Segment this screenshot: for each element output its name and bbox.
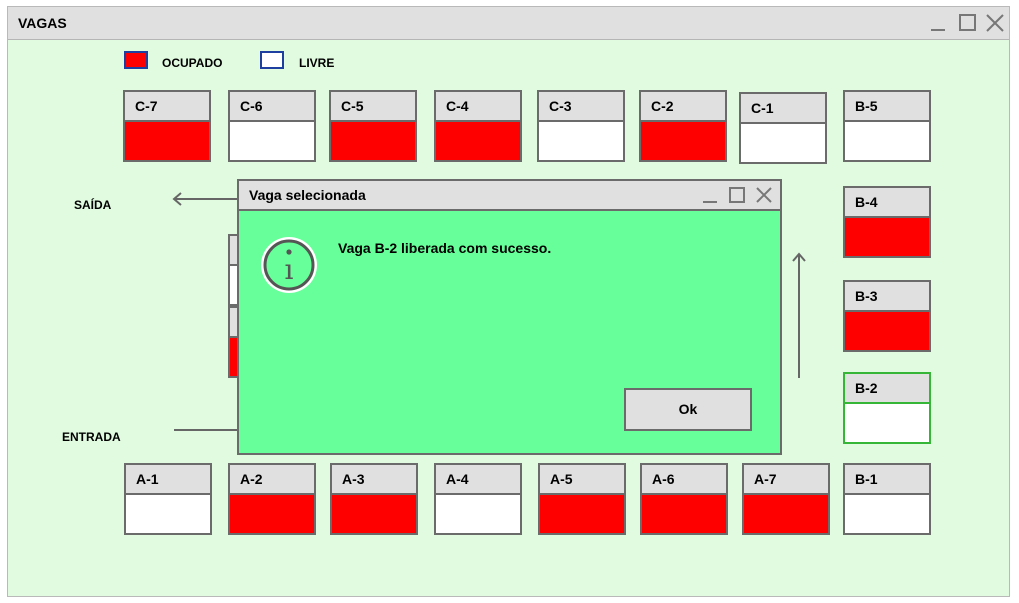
parking-spot-b-2[interactable]: B-2 <box>843 372 931 444</box>
dialog-minimize-icon[interactable] <box>701 186 719 204</box>
parking-spot-c-2[interactable]: C-2 <box>639 90 727 162</box>
minimize-icon[interactable] <box>927 12 949 34</box>
parking-spot-c-1[interactable]: C-1 <box>739 92 827 164</box>
parking-spot-b-3[interactable]: B-3 <box>843 280 931 352</box>
window-titlebar: VAGAS <box>8 7 1009 40</box>
exit-label: SAÍDA <box>74 198 112 212</box>
parking-spot-a-3[interactable]: A-3 <box>330 463 418 535</box>
parking-spot-c-4[interactable]: C-4 <box>434 90 522 162</box>
svg-text:ı: ı <box>285 253 294 286</box>
parking-spot-c-3[interactable]: C-3 <box>537 90 625 162</box>
exit-arrow <box>172 192 240 206</box>
parking-spot-b-4[interactable]: B-4 <box>843 186 931 258</box>
parking-spot-c-5[interactable]: C-5 <box>329 90 417 162</box>
legend-occupied-label: OCUPADO <box>162 56 223 70</box>
parking-spot-c-7[interactable]: C-7 <box>123 90 211 162</box>
parking-spot-a-2[interactable]: A-2 <box>228 463 316 535</box>
legend-free-label: LIVRE <box>299 56 335 70</box>
parking-spot-b-5[interactable]: B-5 <box>843 90 931 162</box>
dialog-title: Vaga selecionada <box>249 187 366 203</box>
parking-spot-a-6[interactable]: A-6 <box>640 463 728 535</box>
parking-spot-a-7[interactable]: A-7 <box>742 463 830 535</box>
parking-spot-a-5[interactable]: A-5 <box>538 463 626 535</box>
entry-label: ENTRADA <box>62 430 121 444</box>
dialog-message: Vaga B-2 liberada com sucesso. <box>338 240 552 256</box>
parking-spot-a-1[interactable]: A-1 <box>124 463 212 535</box>
ok-button[interactable]: Ok <box>624 388 752 431</box>
dialog-titlebar: Vaga selecionada <box>239 181 780 211</box>
maximize-icon[interactable] <box>956 12 978 34</box>
legend-occupied-swatch <box>124 51 148 69</box>
selected-spot-dialog: Vaga selecionada ı Vaga B-2 liberada com… <box>237 179 782 455</box>
entry-line <box>174 429 242 431</box>
parking-spot-c-6[interactable]: C-6 <box>228 90 316 162</box>
window-title: VAGAS <box>18 15 67 31</box>
lane-arrow <box>792 252 806 378</box>
parking-spot-b-1[interactable]: B-1 <box>843 463 931 535</box>
parking-spot-a-4[interactable]: A-4 <box>434 463 522 535</box>
dialog-maximize-icon[interactable] <box>728 186 746 204</box>
dialog-close-icon[interactable] <box>755 186 773 204</box>
legend-free-swatch <box>260 51 284 69</box>
info-icon: ı <box>261 237 317 293</box>
close-icon[interactable] <box>984 12 1006 34</box>
